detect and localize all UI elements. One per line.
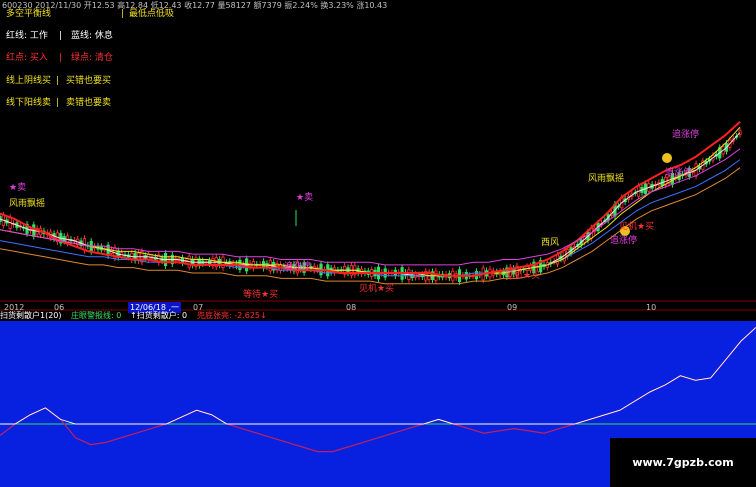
ma-line-magenta <box>0 148 741 266</box>
watermark: www.7gpzb.com <box>610 438 756 487</box>
legend-yang-sell: 线下阳线卖 <box>6 98 52 108</box>
legend-buy-wrong: 买错也要买 <box>66 76 112 86</box>
legend-sell-wrong: 卖错也要卖 <box>66 98 112 108</box>
annotation-chase-limit: 追涨停 <box>610 236 638 246</box>
legend-green-dot: 绿点: 清仓 <box>71 53 113 63</box>
indicator-title: 扫货剩散户1(20) <box>0 311 62 320</box>
legend-yin-buy: 线上阴线买 <box>6 76 52 86</box>
annotation-buy-chance: 见机★买 <box>359 284 395 294</box>
legend-red-dot: 红点: 买入 <box>6 53 48 63</box>
legend-sep: | <box>56 76 60 86</box>
legend-sep: | <box>59 31 63 41</box>
annotation-west-wind: 西风 <box>541 238 560 248</box>
annotation-chase-limit: 追涨停 <box>284 262 312 272</box>
legend-balance-line: 多空平衡线 <box>6 9 52 19</box>
indicator-floor-line: 兜底张亮: -2.625↓ <box>197 311 267 320</box>
annotation-chase-limit: 追涨停 <box>665 168 693 178</box>
indicator-sweep-line: ↑扫货剩散户: 0 <box>130 311 188 320</box>
legend-sep: | <box>121 9 125 19</box>
stock-chart-window: 600230 2012/11/30 开12.53 高12.84 低12.43 收… <box>0 0 756 487</box>
chart-canvas <box>0 121 756 487</box>
legend-low-buy: 最低点低吸 <box>129 9 175 19</box>
annotation-star-sell: ★卖 <box>9 183 27 193</box>
annotation-wait-buy: 等待★买 <box>243 290 279 300</box>
annotation-buy-chance: 见机★买 <box>619 222 655 232</box>
annotation-storm: 风雨飘摇 <box>9 199 46 209</box>
annotation-storm: 风雨飘摇 <box>588 174 625 184</box>
ma-line-blue <box>0 159 741 277</box>
time-axis-label: 09 <box>507 303 518 312</box>
ma-line-white <box>0 132 741 277</box>
quote-info-line: 600230 2012/11/30 开12.53 高12.84 低12.43 收… <box>2 1 388 10</box>
smiley-icon <box>662 153 672 163</box>
time-axis-label: 10 <box>646 303 657 312</box>
annotation-chase-limit: 追涨停 <box>672 130 700 140</box>
legend-blue-line: 蓝线: 休息 <box>71 31 113 41</box>
time-axis-label: 08 <box>346 303 357 312</box>
legend-red-line: 红线: 工作 <box>6 31 48 41</box>
annotation-star-sell: ★卖 <box>296 193 314 203</box>
annotation-buy-chance: 见机★买 <box>505 271 541 281</box>
indicator-alarm-line: 庄眼警报线: 0 <box>71 311 122 320</box>
legend-sep: | <box>59 53 63 63</box>
legend-sep: | <box>56 98 60 108</box>
